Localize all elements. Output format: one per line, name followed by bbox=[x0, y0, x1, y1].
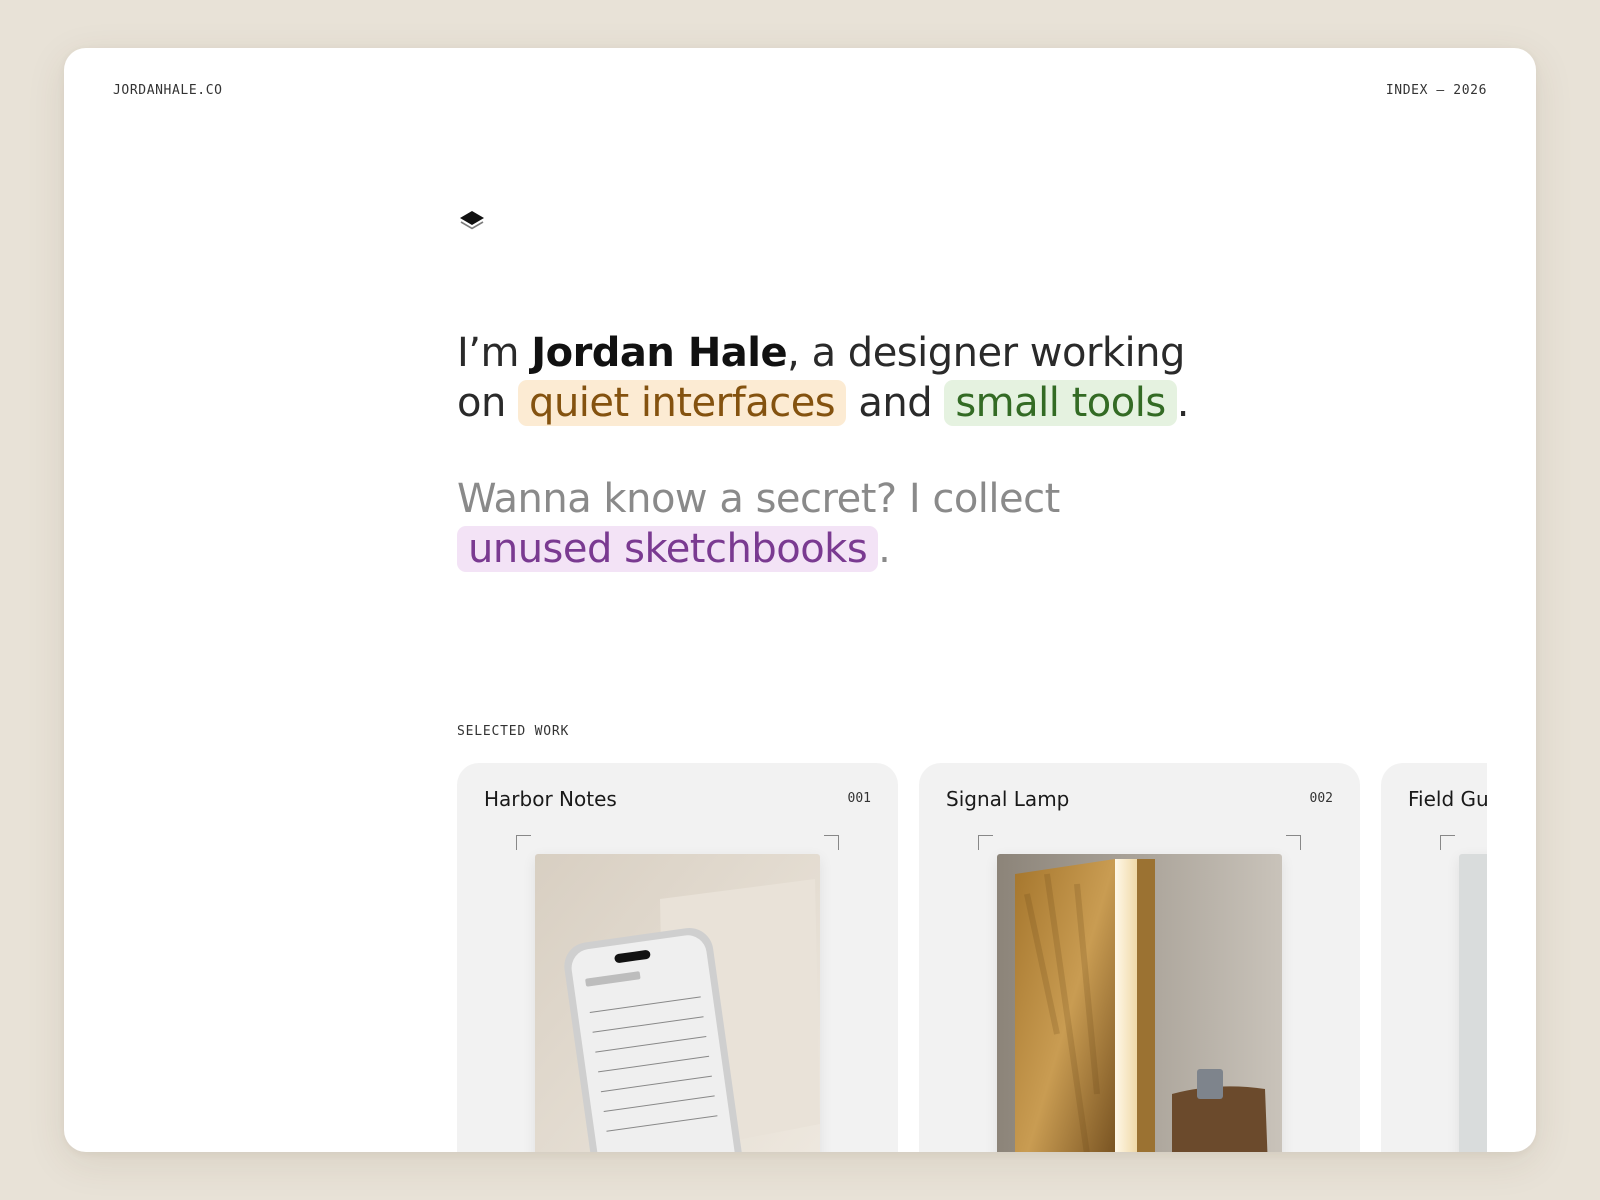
card-number: 001 bbox=[847, 791, 871, 806]
secret-text: Wanna know a secret? I collect unused sk… bbox=[457, 474, 1217, 574]
phone-mockup-image bbox=[535, 854, 820, 1152]
card-number: 002 bbox=[1309, 791, 1333, 806]
corner-mark bbox=[1286, 835, 1301, 850]
corner-mark bbox=[1440, 835, 1455, 850]
highlight-unused-sketchbooks[interactable]: unused sketchbooks bbox=[457, 526, 879, 572]
intro-period: . bbox=[1176, 380, 1190, 426]
intro-prefix: I’m bbox=[457, 330, 532, 376]
corner-mark bbox=[824, 835, 839, 850]
corner-mark bbox=[978, 835, 993, 850]
work-card-signal-lamp[interactable]: Signal Lamp 002 bbox=[919, 763, 1360, 1152]
intro-text: I’m Jordan Hale, a designer working on q… bbox=[457, 328, 1217, 428]
field-guide-image bbox=[1459, 854, 1487, 1152]
selected-work-label: SELECTED WORK bbox=[457, 724, 570, 739]
layers-icon[interactable] bbox=[458, 208, 486, 234]
browser-window: JORDANHALE.CO INDEX — 2026 I’m Jordan Ha… bbox=[64, 48, 1536, 1152]
corner-mark bbox=[516, 835, 531, 850]
work-card-harbor-notes[interactable]: Harbor Notes 001 bbox=[457, 763, 898, 1152]
card-title: Field Gui bbox=[1408, 787, 1487, 811]
card-title: Signal Lamp bbox=[946, 787, 1070, 811]
card-title: Harbor Notes bbox=[484, 787, 617, 811]
intro-connector: and bbox=[846, 380, 945, 426]
secret-period: . bbox=[878, 526, 891, 572]
secret-prefix: Wanna know a secret? I collect bbox=[457, 476, 1060, 522]
highlight-small-tools[interactable]: small tools bbox=[944, 380, 1177, 426]
work-card-field-guide[interactable]: Field Gui bbox=[1381, 763, 1487, 1152]
designer-name: Jordan Hale bbox=[531, 330, 788, 376]
site-name-link[interactable]: JORDANHALE.CO bbox=[113, 83, 223, 98]
wood-lamp-image bbox=[997, 854, 1282, 1152]
hero-intro: I’m Jordan Hale, a designer working on q… bbox=[457, 328, 1217, 574]
index-label[interactable]: INDEX — 2026 bbox=[1386, 83, 1487, 98]
work-carousel[interactable]: Harbor Notes 001 Signal Lamp 002 Field G… bbox=[457, 763, 1487, 1152]
highlight-quiet-interfaces[interactable]: quiet interfaces bbox=[518, 380, 847, 426]
